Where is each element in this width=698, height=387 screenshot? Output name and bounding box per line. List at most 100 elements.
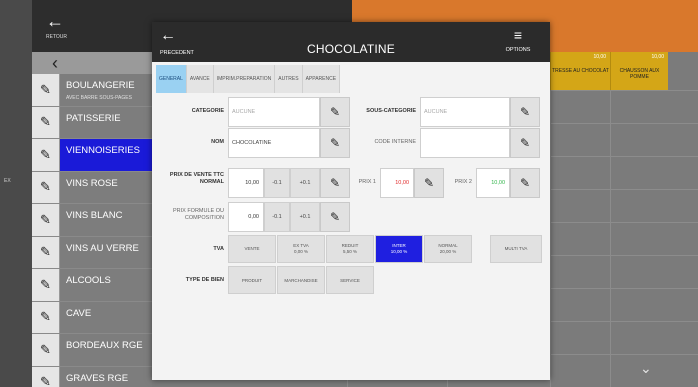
prix-vente-value[interactable]: 10,00 <box>228 168 264 198</box>
product-tile[interactable]: 10,00 TRESSE AU CHOCOLAT <box>550 52 610 90</box>
type-produit-button[interactable]: PRODUIT <box>228 266 276 294</box>
left-strip: EX <box>0 0 32 387</box>
pencil-icon: ✎ <box>329 105 341 119</box>
prix-formule-label-line1: PRIX FORMULE OU <box>172 208 224 214</box>
tva-ex-tva-button[interactable]: EX TVA 0,00 % <box>277 235 325 263</box>
nom-label: NOM <box>211 139 224 145</box>
category-label: ALCOOLS <box>66 275 111 286</box>
dialog-tabs: GENERAL AVANCE IMPRIM.PREPARATION AUTRES… <box>156 65 341 93</box>
category-edit-button[interactable]: ✎ <box>32 366 60 387</box>
category-name: CAVE <box>60 302 91 319</box>
pencil-icon: ✎ <box>40 211 51 227</box>
tab-imprim-preparation[interactable]: IMPRIM.PREPARATION <box>213 65 276 93</box>
back-arrow-icon: ← <box>46 11 64 31</box>
tva-reduit-button[interactable]: REDUIT 5,50 % <box>326 235 374 263</box>
pencil-icon: ✎ <box>40 244 51 260</box>
category-item[interactable]: ✎ BOULANGERIE AVEC BARRE SOUS-PAGES <box>32 74 152 107</box>
options-button[interactable]: ≡ OPTIONS <box>498 28 538 53</box>
tva-vente-button[interactable]: VENTE <box>228 235 276 263</box>
product-name: TRESSE AU CHOCOLAT <box>552 68 609 74</box>
tva-option-line2: 5,50 % <box>342 249 357 254</box>
category-label: CAVE <box>66 307 92 319</box>
tab-apparence[interactable]: APPARENCE <box>302 65 341 93</box>
prix-formule-edit-button[interactable]: ✎ <box>320 202 350 232</box>
prix-vente-increment-button[interactable]: +0.1 <box>290 168 320 198</box>
code-interne-edit-button[interactable]: ✎ <box>510 128 540 158</box>
tva-normal-button[interactable]: NORMAL 20,00 % <box>424 235 472 263</box>
prix1-edit-button[interactable]: ✎ <box>414 168 444 198</box>
prix-vente-label-line2: NORMAL <box>199 179 224 185</box>
prix2-value[interactable]: 10,00 <box>476 168 510 198</box>
prix-vente-edit-button[interactable]: ✎ <box>320 168 350 198</box>
nom-edit-button[interactable]: ✎ <box>320 128 350 158</box>
pencil-icon: ✎ <box>40 276 51 292</box>
pencil-icon: ✎ <box>519 105 531 119</box>
category-item[interactable]: ✎ VINS BLANC <box>32 204 152 237</box>
pencil-icon: ✎ <box>329 210 341 224</box>
category-edit-button[interactable]: ✎ <box>32 171 60 203</box>
code-interne-label: CODE INTERNE <box>374 139 416 145</box>
app-back-button[interactable]: ← RETOUR <box>46 12 76 46</box>
menu-icon: ≡ <box>513 27 523 43</box>
options-label: OPTIONS <box>505 47 531 53</box>
multi-tva-button[interactable]: MULTI TVA <box>490 235 542 263</box>
category-edit-button[interactable]: ✎ <box>32 236 60 268</box>
prix-vente-label: PRIX DE VENTE TTC NORMAL <box>158 172 224 186</box>
type-service-button[interactable]: SERVICE <box>326 266 374 294</box>
category-edit-button[interactable]: ✎ <box>32 204 60 236</box>
category-edit-button[interactable]: ✎ <box>32 106 60 138</box>
prix-formule-decrement-button[interactable]: -0.1 <box>264 202 290 232</box>
tva-label: TVA <box>213 246 224 252</box>
category-edit-button[interactable]: ✎ <box>32 74 60 106</box>
prix-vente-decrement-button[interactable]: -0.1 <box>264 168 290 198</box>
category-item[interactable]: ✎ BORDEAUX RGE <box>32 334 152 367</box>
pencil-icon: ✎ <box>40 341 51 357</box>
category-name: VINS BLANC <box>60 204 123 221</box>
prix1-label: PRIX 1 <box>358 179 376 185</box>
category-label: GRAVES RGE <box>66 372 129 384</box>
category-item[interactable]: ✎ ALCOOLS <box>32 269 152 302</box>
tva-inter-button[interactable]: INTER 10,00 % <box>375 235 423 263</box>
category-list: ✎ BOULANGERIE AVEC BARRE SOUS-PAGES ✎ PATISS… <box>32 74 152 387</box>
product-price: 10,00 <box>593 54 606 60</box>
sous-categorie-field[interactable]: AUCUNE <box>420 97 510 127</box>
sidebar-prev-button[interactable]: ‹ <box>32 52 152 74</box>
category-name: VINS AU VERRE <box>60 237 139 254</box>
prix-formule-increment-button[interactable]: +0.1 <box>290 202 320 232</box>
prix2-edit-button[interactable]: ✎ <box>510 168 540 198</box>
prix1-value[interactable]: 10,00 <box>380 168 414 198</box>
code-interne-field[interactable] <box>420 128 510 158</box>
tva-option-line2: 20,00 % <box>439 249 457 254</box>
category-item[interactable]: ✎ GRAVES RGE <box>32 366 152 387</box>
pencil-icon: ✎ <box>519 176 531 190</box>
type-marchandise-button[interactable]: MARCHANDISE <box>277 266 325 294</box>
dialog-title: CHOCOLATINE <box>307 42 395 56</box>
pencil-icon: ✎ <box>329 176 341 190</box>
tab-autres[interactable]: AUTRES <box>275 65 303 93</box>
grid-divider <box>550 52 551 387</box>
dialog-header: ← PRECEDENT CHOCOLATINE ≡ OPTIONS <box>152 22 550 62</box>
category-item[interactable]: ✎ VINS ROSE <box>32 171 152 204</box>
category-edit-button[interactable]: ✎ <box>32 269 60 301</box>
product-tile[interactable]: 10,00 CHAUSSON AUX POMME <box>610 52 668 90</box>
multi-tva-label: MULTI TVA <box>504 246 528 251</box>
tab-general[interactable]: GENERAL <box>156 65 187 93</box>
category-item[interactable]: ✎ PATISSERIE <box>32 106 152 139</box>
categorie-edit-button[interactable]: ✎ <box>320 97 350 127</box>
category-edit-button[interactable]: ✎ <box>32 301 60 333</box>
pencil-icon: ✎ <box>40 374 51 387</box>
nom-field[interactable]: CHOCOLATINE <box>228 128 320 158</box>
tab-avance[interactable]: AVANCE <box>186 65 214 93</box>
sous-categorie-label: SOUS-CATEGORIE <box>366 108 416 114</box>
category-label: VIENNOISERIES <box>66 145 140 156</box>
categorie-field[interactable]: AUCUNE <box>228 97 320 127</box>
chevron-down-icon[interactable]: ⌄ <box>640 360 652 377</box>
category-edit-button[interactable]: ✎ <box>32 139 60 171</box>
category-item[interactable]: ✎ VINS AU VERRE <box>32 236 152 269</box>
category-item[interactable]: ✎ CAVE <box>32 301 152 334</box>
prix-formule-value[interactable]: 0,00 <box>228 202 264 232</box>
pencil-icon: ✎ <box>40 81 51 97</box>
category-edit-button[interactable]: ✎ <box>32 334 60 366</box>
sous-categorie-edit-button[interactable]: ✎ <box>510 97 540 127</box>
category-item[interactable]: ✎ VIENNOISERIES <box>32 139 152 172</box>
